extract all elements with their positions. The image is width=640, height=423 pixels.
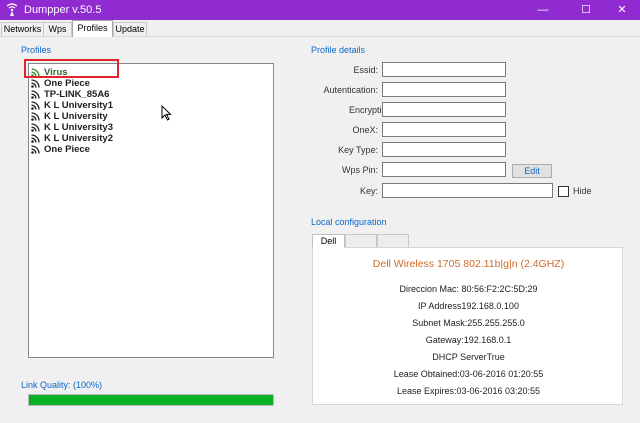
- profiles-tab-content: Profiles Virus One Piece TP-LINK_85A6 K …: [0, 36, 640, 423]
- selection-highlight-box: [24, 59, 119, 78]
- tab-adapter-dell[interactable]: Dell: [312, 234, 345, 248]
- wifi-antenna-icon: [6, 3, 18, 16]
- wifi-signal-icon: [31, 112, 40, 121]
- profile-item[interactable]: K L University1: [31, 100, 231, 111]
- key-label: Key:: [359, 186, 378, 196]
- link-quality-label: Link Quality: (100%): [21, 380, 103, 390]
- hide-checkbox[interactable]: [558, 186, 569, 197]
- wifi-signal-icon: [31, 90, 40, 99]
- profile-item[interactable]: TP-LINK_85A6: [31, 89, 231, 100]
- profile-item[interactable]: K L University: [31, 111, 231, 122]
- profile-item[interactable]: K L University3: [31, 122, 231, 133]
- onex-field[interactable]: [382, 122, 506, 137]
- key-field[interactable]: [382, 183, 553, 198]
- key-type-field[interactable]: [382, 142, 506, 157]
- profile-item[interactable]: One Piece: [31, 78, 231, 89]
- tab-update[interactable]: Update: [113, 22, 147, 36]
- wifi-signal-icon: [31, 134, 40, 143]
- profile-item[interactable]: K L University2: [31, 133, 231, 144]
- autentication-label: Autentication:: [323, 85, 378, 95]
- dhcp-server: DHCP ServerTrue: [432, 352, 505, 362]
- title-bar: Dumpper v.50.5 — ☐ ✕: [0, 0, 640, 20]
- adapter-name: Dell Wireless 1705 802.11b|g|n (2.4GHZ): [372, 258, 565, 270]
- profile-name: K L University1: [44, 100, 113, 111]
- encryption-field[interactable]: [382, 102, 506, 117]
- main-tabstrip: Networks Wps Profiles Update: [0, 20, 640, 37]
- local-configuration-section-label: Local configuration: [311, 217, 387, 227]
- profile-item[interactable]: One Piece: [31, 144, 231, 155]
- lease-expires: Lease Expires:03-06-2016 03:20:55: [396, 386, 541, 396]
- wifi-signal-icon: [31, 123, 40, 132]
- wifi-signal-icon: [31, 79, 40, 88]
- essid-label: Essid:: [353, 65, 378, 75]
- wifi-signal-icon: [31, 101, 40, 110]
- mac-address: Direccion Mac: 80:56:F2:2C:5D:29: [399, 284, 538, 294]
- tab-wps[interactable]: Wps: [43, 22, 72, 36]
- profiles-list[interactable]: Virus One Piece TP-LINK_85A6 K L Univers…: [28, 63, 274, 358]
- profile-name: K L University2: [44, 133, 113, 144]
- essid-field[interactable]: [382, 62, 506, 77]
- lease-obtained: Lease Obtained:03-06-2016 01:20:55: [393, 369, 544, 379]
- minimize-button[interactable]: —: [521, 0, 565, 20]
- key-type-label: Key Type:: [338, 145, 378, 155]
- profile-name: One Piece: [44, 144, 90, 155]
- wps-pin-label: Wps Pin:: [341, 165, 378, 175]
- tab-adapter-2[interactable]: [345, 234, 377, 248]
- gateway: Gateway:192.168.0.1: [425, 335, 512, 345]
- edit-button[interactable]: Edit: [512, 164, 552, 178]
- tab-profiles[interactable]: Profiles: [72, 20, 113, 37]
- hide-label: Hide: [573, 186, 592, 196]
- autentication-field[interactable]: [382, 82, 506, 97]
- wps-pin-field[interactable]: [382, 162, 506, 177]
- subnet-mask: Subnet Mask:255.255.255.0: [412, 318, 525, 328]
- profile-name: K L University3: [44, 122, 113, 133]
- ip-address: IP Address192.168.0.100: [418, 301, 519, 311]
- profile-name: K L University: [44, 111, 108, 122]
- wifi-signal-icon: [31, 145, 40, 154]
- tab-adapter-3[interactable]: [377, 234, 409, 248]
- close-button[interactable]: ✕: [600, 0, 640, 20]
- adapter-info-panel: Dell Wireless 1705 802.11b|g|n (2.4GHZ) …: [312, 247, 623, 405]
- mouse-cursor-icon: [161, 105, 172, 121]
- profile-name: One Piece: [44, 78, 90, 89]
- link-quality-progress-bar: [28, 394, 274, 406]
- tab-networks[interactable]: Networks: [1, 22, 44, 36]
- link-quality-progress-fill: [29, 395, 273, 405]
- encryption-label: Encryption:: [348, 105, 394, 115]
- profile-details-section-label: Profile details: [311, 45, 366, 55]
- window-title: Dumpper v.50.5: [24, 4, 102, 16]
- profile-name: TP-LINK_85A6: [44, 89, 110, 100]
- onex-label: OneX:: [352, 125, 378, 135]
- profiles-section-label: Profiles: [21, 45, 52, 55]
